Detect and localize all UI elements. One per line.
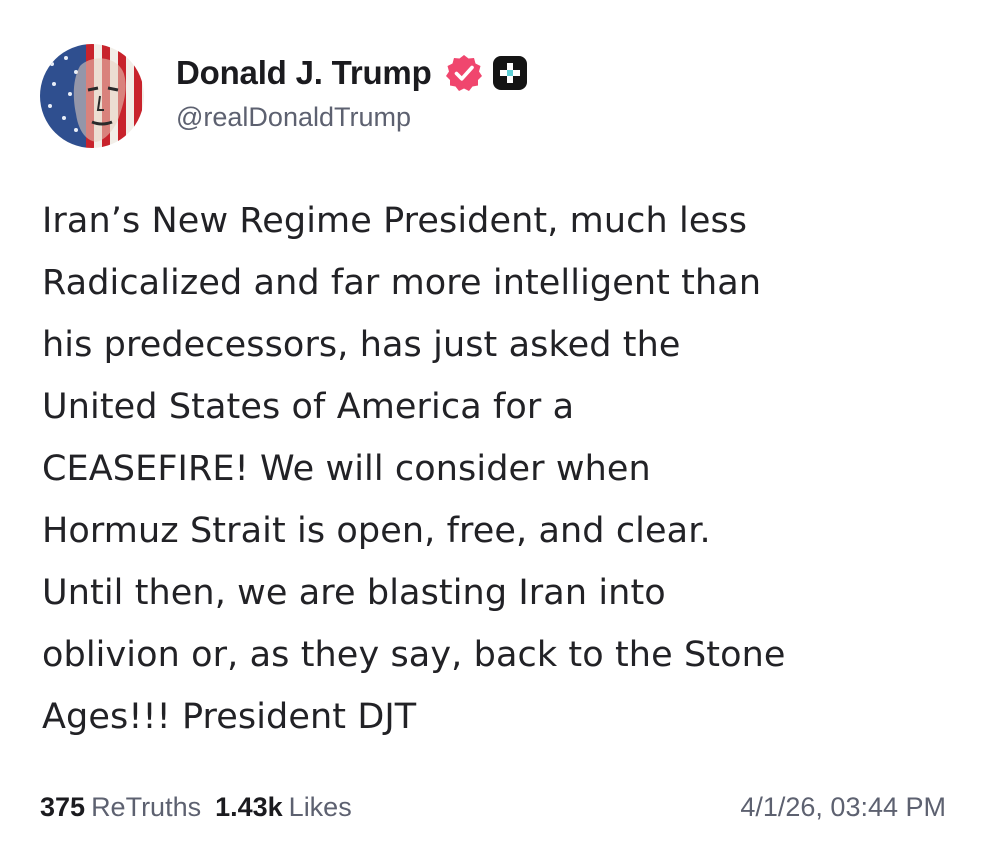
name-row: Donald J. Trump [176,50,528,96]
post-text-line: oblivion or, as they say, back to the St… [42,635,786,675]
author-identity: Donald J. Trump @realDonaldTrump [176,50,528,133]
post-header: Donald J. Trump @realDonaldTrump [40,40,946,150]
verified-badge-icon [444,53,484,93]
post-text: Iran’s New Regime President, much less R… [42,190,952,748]
likes-label: Likes [288,791,352,822]
plus-icon[interactable] [492,55,528,91]
post-text-line: Until then, we are blasting Iran into [42,573,666,613]
post-text-line: Radicalized and far more intelligent tha… [42,263,762,303]
post-text-line: Iran’s New Regime President, much less [42,201,748,241]
post-footer: 375 ReTruths 1.43k Likes 4/1/26, 03:44 P… [40,785,946,829]
post-text-line: Hormuz Strait is open, free, and clear. [42,511,711,551]
post-text-line: CEASEFIRE! We will consider when [42,449,651,489]
avatar[interactable] [40,44,144,148]
display-name[interactable]: Donald J. Trump [176,54,432,92]
retruths-count: 375 [40,791,86,822]
likes-count: 1.43k [215,791,283,822]
post-text-line: his predecessors, has just asked the [42,325,681,365]
post-text-line: United States of America for a [42,387,575,427]
likes-stat[interactable]: 1.43k Likes [215,792,352,823]
author-handle[interactable]: @realDonaldTrump [176,102,528,133]
retruths-stat[interactable]: 375 ReTruths [40,792,201,823]
post-text-line: Ages!!! President DJT [42,697,417,737]
retruths-label: ReTruths [91,791,202,822]
avatar-image [40,44,144,148]
post-timestamp[interactable]: 4/1/26, 03:44 PM [740,792,946,823]
